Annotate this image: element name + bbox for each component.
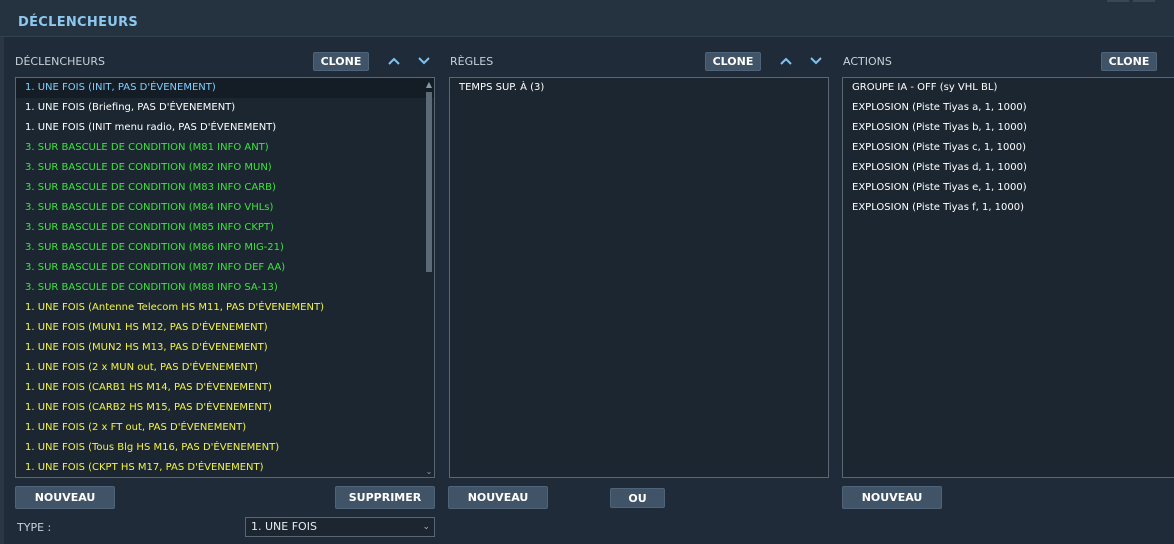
actions-clone-button[interactable]: CLONE (1101, 52, 1157, 71)
triggers-list-item[interactable]: 3. SUR BASCULE DE CONDITION (M84 INFO VH… (16, 198, 434, 218)
triggers-list-item[interactable]: 1. UNE FOIS (CARB2 HS M15, PAS D'ÉVENEME… (16, 398, 434, 418)
triggers-list-item[interactable]: 1. UNE FOIS (Antenne Telecom HS M11, PAS… (16, 298, 434, 318)
window-control[interactable] (1133, 0, 1155, 2)
actions-list-item[interactable]: EXPLOSION (Piste Tiyas d, 1, 1000) (843, 158, 1174, 178)
triggers-list-item[interactable]: 3. SUR BASCULE DE CONDITION (M87 INFO DE… (16, 258, 434, 278)
triggers-new-button[interactable]: NOUVEAU (15, 486, 115, 509)
title-bar: DÉCLENCHEURS (0, 0, 1174, 37)
actions-label: ACTIONS (843, 55, 892, 68)
actions-list-item[interactable]: EXPLOSION (Piste Tiyas a, 1, 1000) (843, 98, 1174, 118)
triggers-list-item[interactable]: 1. UNE FOIS (Tous Blg HS M16, PAS D'ÉVEN… (16, 438, 434, 458)
triggers-list-item[interactable]: 3. SUR BASCULE DE CONDITION (M85 INFO CK… (16, 218, 434, 238)
actions-list-item[interactable]: EXPLOSION (Piste Tiyas b, 1, 1000) (843, 118, 1174, 138)
triggers-list-item[interactable]: 1. UNE FOIS (2 x FT out, PAS D'ÉVENEMENT… (16, 418, 434, 438)
triggers-scrollbar[interactable]: ▲ ⌄ (424, 78, 434, 477)
type-select[interactable]: 1. UNE FOIS ⌄ (245, 517, 435, 537)
actions-list-item[interactable]: GROUPE IA - OFF (sy VHL BL) (843, 78, 1174, 98)
triggers-list-item[interactable]: 1. UNE FOIS (2 x MUN out, PAS D'ÉVENEMEN… (16, 358, 434, 378)
left-edge-strip (0, 37, 4, 544)
move-down-icon[interactable] (809, 54, 823, 68)
scroll-down-icon[interactable]: ⌄ (425, 466, 433, 476)
rules-label: RÈGLES (450, 55, 494, 68)
triggers-label: DÉCLENCHEURS (15, 55, 105, 68)
scrollbar-thumb[interactable] (426, 92, 432, 272)
triggers-list-item[interactable]: 3. SUR BASCULE DE CONDITION (M86 INFO MI… (16, 238, 434, 258)
actions-new-button[interactable]: NOUVEAU (842, 486, 942, 509)
triggers-list-item[interactable]: 1. UNE FOIS (Briefing, PAS D'ÉVENEMENT) (16, 98, 434, 118)
rules-list[interactable]: TEMPS SUP. À (3) (449, 77, 829, 478)
move-up-icon[interactable] (779, 54, 793, 68)
triggers-list-item[interactable]: 1. UNE FOIS (CKPT HS M17, PAS D'ÉVENEMEN… (16, 458, 434, 477)
triggers-list-item[interactable]: 3. SUR BASCULE DE CONDITION (M82 INFO MU… (16, 158, 434, 178)
triggers-list-item[interactable]: 1. UNE FOIS (MUN2 HS M13, PAS D'ÉVENEMEN… (16, 338, 434, 358)
window-control[interactable] (1107, 0, 1129, 2)
rules-or-button[interactable]: OU (610, 488, 665, 508)
triggers-clone-button[interactable]: CLONE (313, 52, 369, 71)
triggers-list-item[interactable]: 3. SUR BASCULE DE CONDITION (M88 INFO SA… (16, 278, 434, 298)
actions-list-item[interactable]: EXPLOSION (Piste Tiyas e, 1, 1000) (843, 178, 1174, 198)
triggers-list-item[interactable]: 1. UNE FOIS (MUN1 HS M12, PAS D'ÉVENEMEN… (16, 318, 434, 338)
scroll-up-icon[interactable]: ▲ (425, 79, 433, 89)
move-up-icon[interactable] (387, 54, 401, 68)
triggers-list[interactable]: 1. UNE FOIS (INIT, PAS D'ÉVENEMENT) 1. UN… (15, 77, 435, 478)
triggers-list-item[interactable]: 3. SUR BASCULE DE CONDITION (M81 INFO AN… (16, 138, 434, 158)
rules-list-item[interactable]: TEMPS SUP. À (3) (450, 78, 828, 98)
actions-list-item[interactable]: EXPLOSION (Piste Tiyas c, 1, 1000) (843, 138, 1174, 158)
type-select-value: 1. UNE FOIS (251, 520, 317, 533)
triggers-list-item[interactable]: 1. UNE FOIS (INIT menu radio, PAS D'ÉVEN… (16, 118, 434, 138)
actions-list[interactable]: GROUPE IA - OFF (sy VHL BL) EXPLOSION (Pi… (842, 77, 1174, 478)
triggers-delete-button[interactable]: SUPPRIMER (335, 486, 435, 509)
triggers-list-item[interactable]: 3. SUR BASCULE DE CONDITION (M83 INFO CA… (16, 178, 434, 198)
chevron-down-icon: ⌄ (422, 522, 430, 532)
rules-new-button[interactable]: NOUVEAU (448, 486, 548, 509)
triggers-list-item[interactable]: 1. UNE FOIS (INIT, PAS D'ÉVENEMENT) (16, 78, 434, 98)
move-down-icon[interactable] (417, 54, 431, 68)
page-title: DÉCLENCHEURS (18, 15, 139, 30)
actions-list-item[interactable]: EXPLOSION (Piste Tiyas f, 1, 1000) (843, 198, 1174, 218)
type-label: TYPE : (17, 521, 52, 534)
rules-clone-button[interactable]: CLONE (705, 52, 761, 71)
triggers-list-item[interactable]: 1. UNE FOIS (CARB1 HS M14, PAS D'ÉVENEME… (16, 378, 434, 398)
